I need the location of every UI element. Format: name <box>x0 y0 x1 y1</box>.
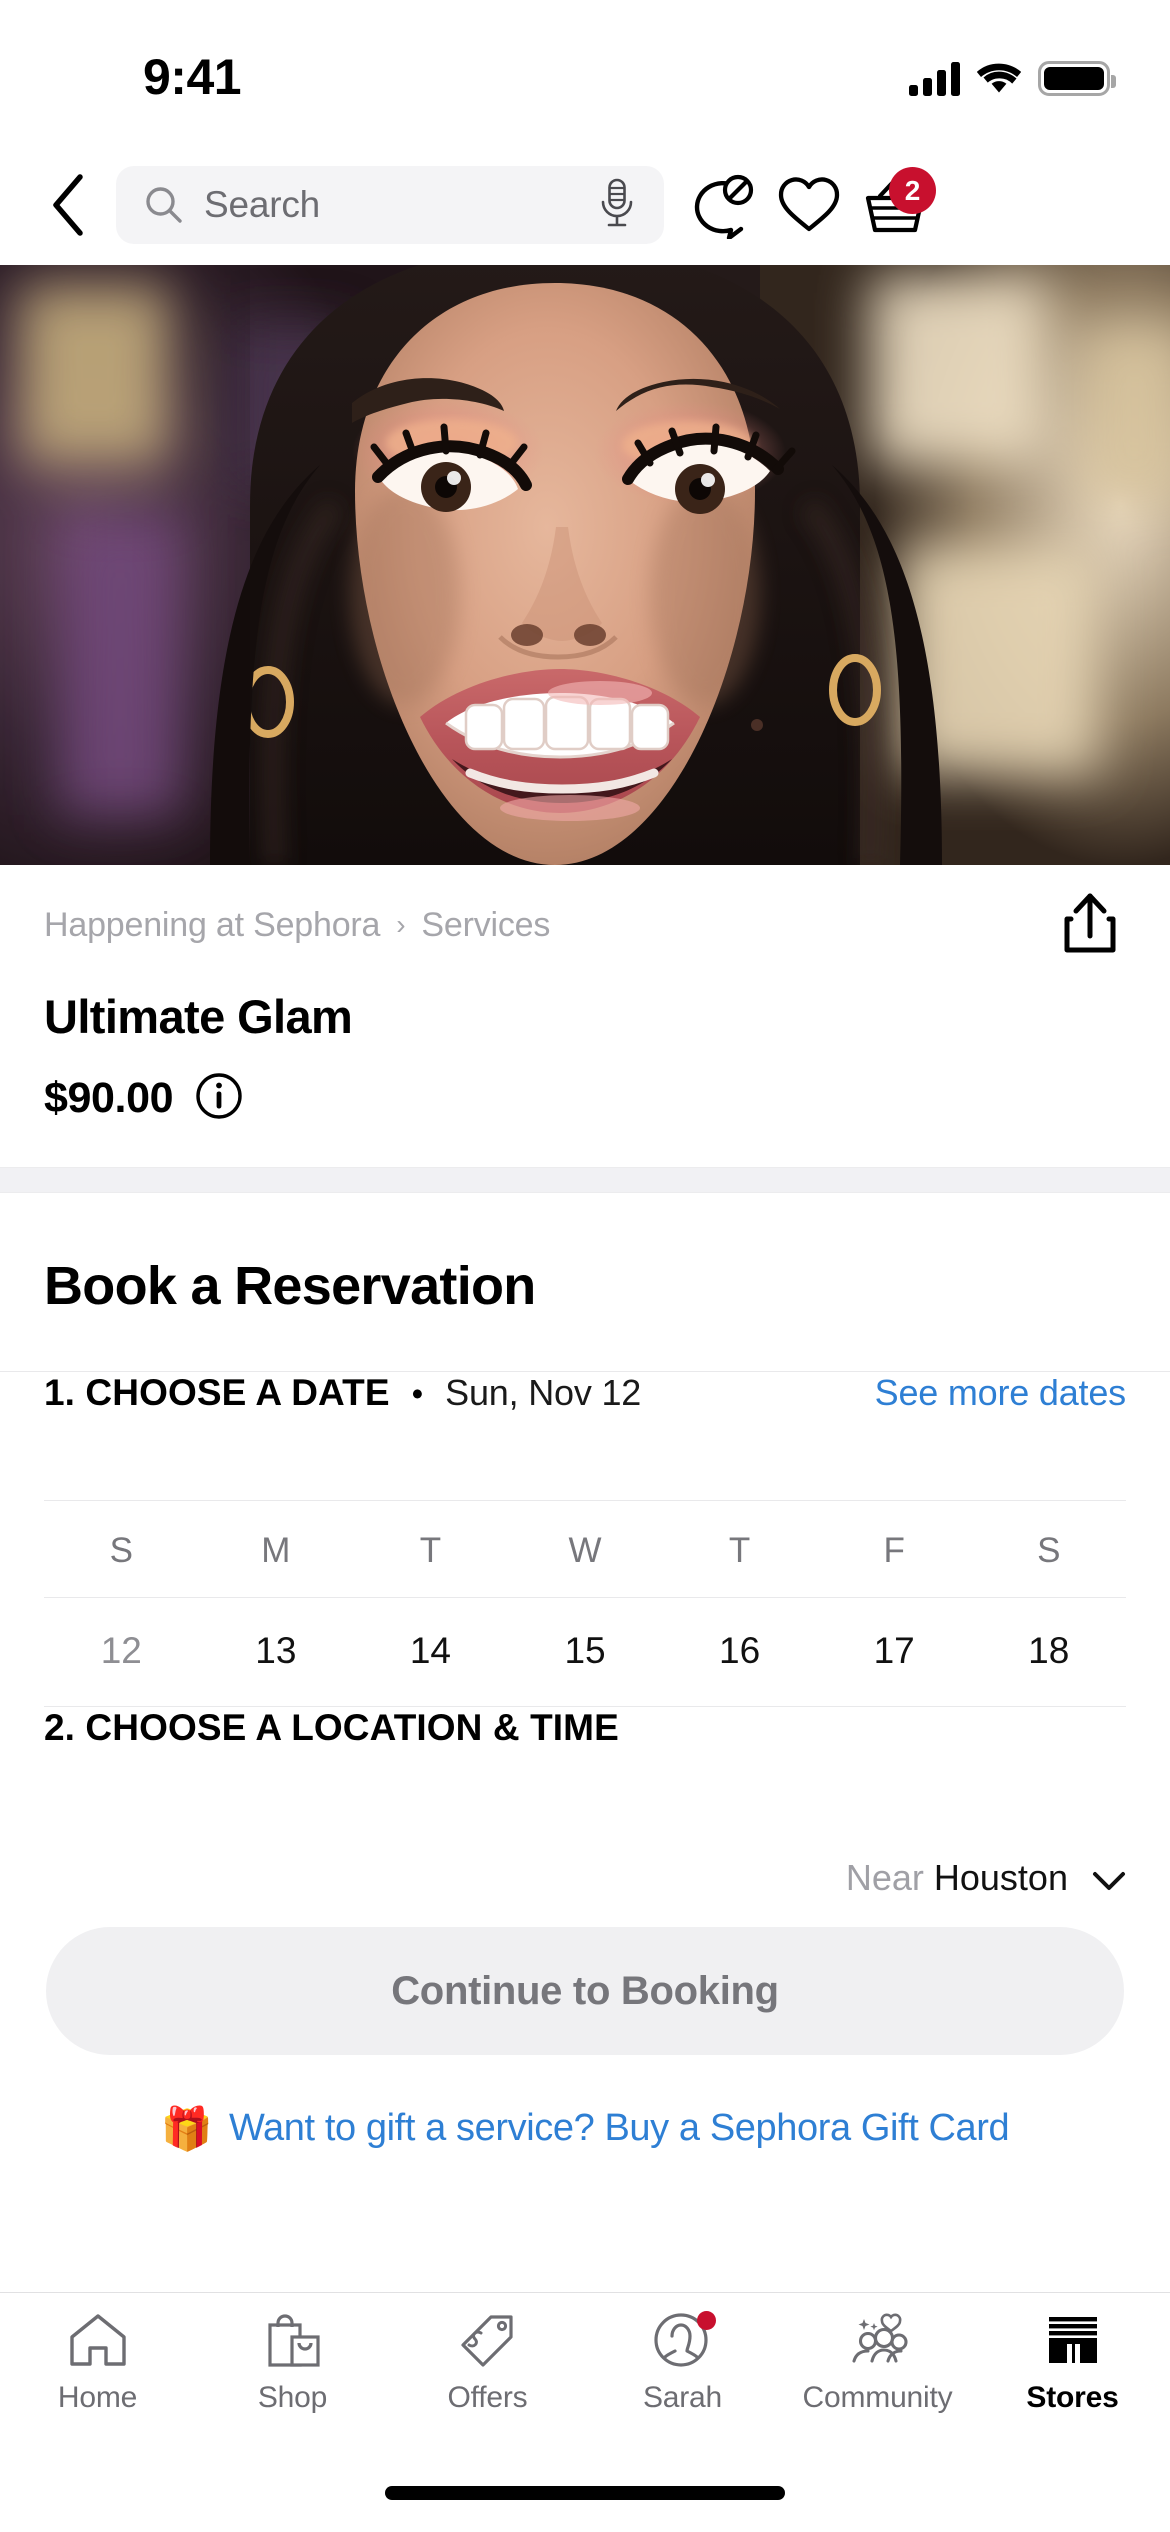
cellular-signal-icon <box>909 62 960 96</box>
cart-badge-count: 2 <box>889 167 936 214</box>
breadcrumb-item-parent[interactable]: Happening at Sephora <box>44 906 380 945</box>
date-row: 12 13 14 15 16 17 18 <box>44 1598 1126 1706</box>
date-cell[interactable]: 15 <box>508 1598 663 1706</box>
date-cell[interactable]: 14 <box>353 1598 508 1706</box>
dow-label: S <box>109 1531 133 1570</box>
step-choose-date: 1. CHOOSE A DATE • Sun, Nov 12 See more … <box>0 1372 1170 1500</box>
tab-label: Stores <box>1026 2381 1119 2414</box>
booking-heading: Book a Reservation <box>44 1256 536 1316</box>
share-icon <box>1064 893 1116 953</box>
app-screen: 9:41 Search 2 Happening at Sephora › Ser… <box>0 0 1170 2532</box>
product-header: Happening at Sephora › Services Ultimate… <box>0 865 1170 1167</box>
step2-title: 2. CHOOSE A LOCATION & TIME <box>44 1707 619 1748</box>
date-cell[interactable]: 12 <box>44 1598 199 1706</box>
home-indicator-area <box>0 2454 1170 2532</box>
shopping-bag-icon <box>262 2309 324 2371</box>
microphone-icon[interactable] <box>596 177 638 234</box>
hero-image[interactable] <box>0 265 1170 865</box>
tab-account-sarah[interactable]: Sarah <box>585 2309 780 2415</box>
date-picker-strip[interactable]: S M T W T F S 12 13 14 15 16 17 18 <box>44 1500 1126 1707</box>
cart-button[interactable]: 2 <box>852 165 938 245</box>
status-bar-indicators <box>909 52 1116 96</box>
dow-label: M <box>261 1531 291 1570</box>
breadcrumb-separator-icon: › <box>396 909 406 940</box>
heart-icon <box>778 177 840 232</box>
account-avatar-icon <box>652 2309 716 2371</box>
price-row: $90.00 <box>44 1072 1126 1167</box>
page-title: Ultimate Glam <box>44 990 353 1043</box>
tab-community[interactable]: Community <box>780 2309 975 2415</box>
location-selector[interactable]: Near Houston <box>0 1857 1170 1901</box>
section-divider <box>0 1167 1170 1193</box>
price-tag-icon <box>457 2309 519 2371</box>
booking-section-header: Book a Reservation <box>0 1193 1170 1372</box>
tab-offers[interactable]: Offers <box>390 2309 585 2415</box>
gift-card-link-row[interactable]: 🎁 Want to gift a service? Buy a Sephora … <box>0 2055 1170 2150</box>
dow-label: F <box>883 1531 905 1570</box>
tab-label: Shop <box>257 2381 328 2414</box>
battery-full-icon <box>1038 61 1116 96</box>
date-cell[interactable]: 16 <box>662 1598 817 1706</box>
wifi-icon <box>976 62 1022 96</box>
buy-gift-card-link[interactable]: Want to gift a service? Buy a Sephora Gi… <box>229 2107 1010 2150</box>
chevron-down-icon <box>1092 1859 1126 1901</box>
dow-label: S <box>1037 1531 1061 1570</box>
cta-container: Continue to Booking <box>0 1901 1170 2055</box>
search-placeholder-text: Search <box>204 184 321 225</box>
notification-dot-badge <box>696 2311 716 2330</box>
date-cell[interactable]: 17 <box>817 1598 972 1706</box>
product-price: $90.00 <box>44 1074 174 1122</box>
breadcrumb-item-current[interactable]: Services <box>421 906 550 945</box>
selected-date-value: Sun, Nov 12 <box>445 1372 642 1413</box>
status-bar: 9:41 <box>0 0 1170 145</box>
chat-button[interactable] <box>680 165 766 245</box>
dow-label: W <box>568 1531 602 1570</box>
tab-label: Community <box>802 2381 953 2414</box>
see-more-dates-link[interactable]: See more dates <box>875 1372 1127 1414</box>
back-button[interactable] <box>36 172 102 238</box>
continue-to-booking-button[interactable]: Continue to Booking <box>46 1927 1124 2055</box>
info-circle-icon[interactable] <box>195 1072 243 1125</box>
back-chevron-icon <box>53 174 83 236</box>
tab-label: Sarah <box>642 2381 723 2414</box>
community-people-icon <box>844 2309 912 2371</box>
breadcrumb[interactable]: Happening at Sephora › Services <box>44 899 1126 951</box>
gift-icon: 🎁 <box>160 2104 213 2152</box>
step-choose-location-time: 2. CHOOSE A LOCATION & TIME <box>0 1707 1170 1835</box>
share-button[interactable] <box>1052 883 1128 963</box>
day-of-week-row: S M T W T F S <box>44 1501 1126 1598</box>
step1-title: 1. CHOOSE A DATE <box>44 1372 390 1413</box>
date-cell[interactable]: 18 <box>971 1598 1126 1706</box>
dow-label: T <box>728 1531 751 1570</box>
location-city: Houston <box>933 1857 1068 1898</box>
dow-label: T <box>419 1531 442 1570</box>
storefront-icon <box>1042 2309 1104 2371</box>
tab-shop[interactable]: Shop <box>195 2309 390 2415</box>
date-cell[interactable]: 13 <box>199 1598 354 1706</box>
tab-home[interactable]: Home <box>0 2309 195 2415</box>
step1-separator: • <box>411 1375 424 1412</box>
tab-label: Home <box>57 2381 138 2414</box>
home-indicator[interactable] <box>385 2486 785 2500</box>
chat-bubble-icon <box>694 174 754 239</box>
search-icon <box>146 187 182 223</box>
tab-label: Offers <box>447 2381 528 2414</box>
bottom-tab-bar: Home Shop Offers Sarah Community Stores <box>0 2292 1170 2454</box>
location-prefix: Near <box>845 1857 924 1898</box>
wishlist-button[interactable] <box>766 165 852 245</box>
search-input[interactable]: Search <box>116 166 664 244</box>
home-icon <box>67 2309 129 2371</box>
tab-stores[interactable]: Stores <box>975 2309 1170 2415</box>
top-navigation-bar: Search 2 <box>0 145 1170 265</box>
